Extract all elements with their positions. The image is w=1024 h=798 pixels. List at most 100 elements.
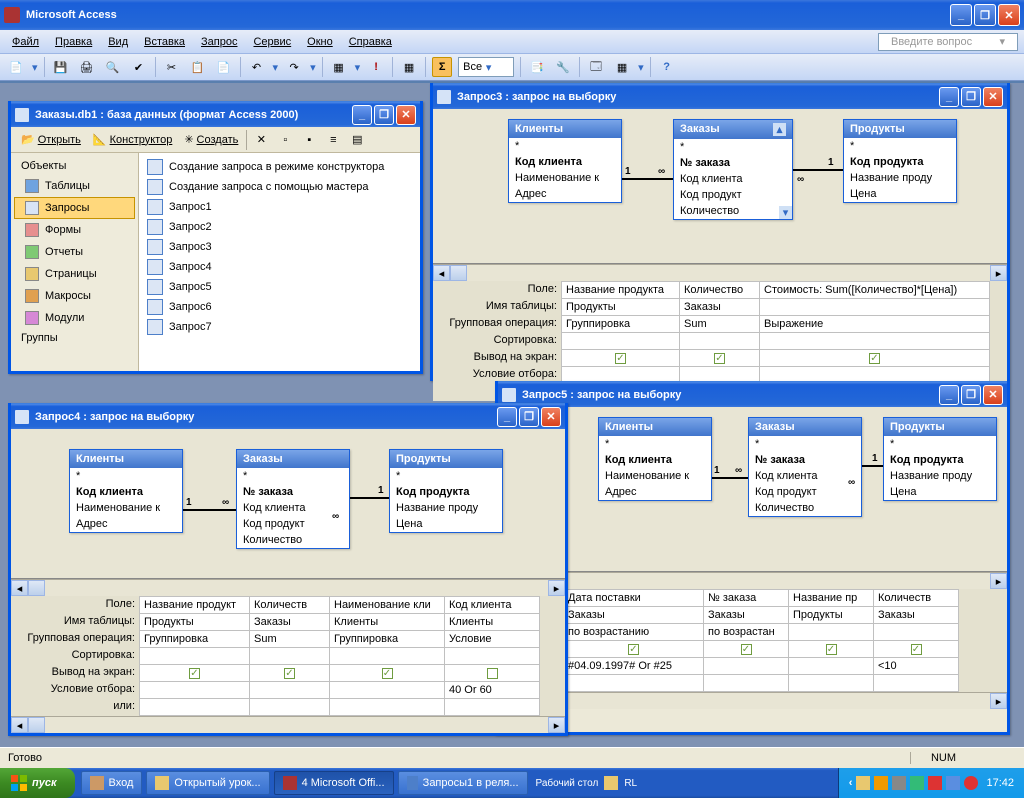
nav-tables[interactable]: Таблицы [14, 175, 135, 197]
totals-button[interactable]: Σ [432, 57, 452, 77]
paste-button[interactable]: 📄 [214, 57, 234, 77]
app-close-button[interactable]: ✕ [998, 4, 1020, 26]
q5-grid[interactable]: Поле:я таблицы:ртировка:а экран:е отбора… [498, 589, 1007, 692]
tray-icon[interactable] [892, 776, 906, 790]
menu-insert[interactable]: Вставка [136, 33, 193, 51]
spell-button[interactable]: ✔ [129, 57, 149, 77]
dbwin-min-button[interactable]: _ [352, 105, 372, 125]
open-button[interactable]: 📂Открыть [17, 131, 85, 148]
q3-close-button[interactable]: ✕ [983, 87, 1003, 107]
dbwin-titlebar[interactable]: Заказы.db1 : база данных (формат Access … [11, 101, 420, 127]
app-maximize-button[interactable]: ❐ [974, 4, 996, 26]
q5-upper-scroll[interactable]: ◂▸ [498, 572, 1007, 589]
nav-groups-header[interactable]: Группы [11, 329, 138, 347]
tray-icon[interactable] [856, 776, 870, 790]
nav-queries[interactable]: Запросы [14, 197, 135, 219]
redo-button[interactable]: ↷ [284, 57, 304, 77]
nav-forms[interactable]: Формы [14, 219, 135, 241]
q4-upper-scroll[interactable]: ◂▸ [11, 579, 565, 596]
help-button[interactable]: ? [657, 57, 677, 77]
q5-min-button[interactable]: _ [939, 385, 959, 405]
list-item[interactable]: Создание запроса в режиме конструктора [143, 157, 416, 177]
table-clients[interactable]: Клиенты *Код клиентаНаименование кАдрес [69, 449, 183, 533]
nav-reports[interactable]: Отчеты [14, 241, 135, 263]
taskbar-item[interactable]: Запросы1 в реля... [398, 771, 528, 795]
cut-button[interactable]: ✂ [162, 57, 182, 77]
q4-tables-pane[interactable]: Клиенты *Код клиентаНаименование кАдрес … [11, 429, 565, 579]
nav-objects-header[interactable]: Объекты [11, 157, 138, 175]
taskbar-item[interactable]: Открытый урок... [146, 771, 269, 795]
dbwin-close-button[interactable]: ✕ [396, 105, 416, 125]
list-item[interactable]: Запрос1 [143, 197, 416, 217]
q4-grid[interactable]: Поле:Имя таблицы:Групповая операция:Сорт… [11, 596, 565, 716]
q5-titlebar[interactable]: Запрос5 : запрос на выборку _ ❐ ✕ [498, 381, 1007, 407]
preview-button[interactable]: 🔍 [103, 57, 123, 77]
list-button[interactable]: ≡ [323, 130, 343, 150]
dbwin-max-button[interactable]: ❐ [374, 105, 394, 125]
details-button[interactable]: ▤ [347, 130, 367, 150]
q5-close-button[interactable]: ✕ [983, 385, 1003, 405]
show-desktop-icon[interactable] [604, 776, 618, 790]
tray-icon[interactable] [946, 776, 960, 790]
tray-icon[interactable] [964, 776, 978, 790]
menu-tools[interactable]: Сервис [245, 33, 299, 51]
q5-tables-pane[interactable]: Клиенты *Код клиентаНаименование кАдрес … [498, 407, 1007, 572]
top-values-combo[interactable]: Все▾ [458, 57, 514, 77]
run-button[interactable]: ! [366, 57, 386, 77]
list-item[interactable]: Запрос4 [143, 257, 416, 277]
showtable-button[interactable]: ▦ [399, 57, 419, 77]
q3-max-button[interactable]: ❐ [961, 87, 981, 107]
table-products[interactable]: Продукты *Код продуктаНазвание продуЦена [883, 417, 997, 501]
print-button[interactable]: 🖨 [77, 57, 97, 77]
q5-max-button[interactable]: ❐ [961, 385, 981, 405]
list-item[interactable]: Запрос6 [143, 297, 416, 317]
qtype-button[interactable]: ▦ [329, 57, 349, 77]
nav-modules[interactable]: Модули [14, 307, 135, 329]
taskbar-item[interactable]: 4 Microsoft Offi... [274, 771, 394, 795]
q4-titlebar[interactable]: Запрос4 : запрос на выборку _ ❐ ✕ [11, 403, 565, 429]
list-item[interactable]: Запрос5 [143, 277, 416, 297]
q4-close-button[interactable]: ✕ [541, 407, 561, 427]
table-clients[interactable]: Клиенты *Код клиентаНаименование кАдрес [598, 417, 712, 501]
menu-window[interactable]: Окно [299, 33, 341, 51]
q4-min-button[interactable]: _ [497, 407, 517, 427]
copy-button[interactable]: 📋 [188, 57, 208, 77]
tray-clock[interactable]: 17:42 [986, 777, 1014, 789]
table-orders[interactable]: Заказы▴ *№ заказаКод клиентаКод продуктК… [673, 119, 793, 220]
large-icons-button[interactable]: ▫ [275, 130, 295, 150]
list-item[interactable]: Запрос2 [143, 217, 416, 237]
props-button[interactable]: 📑 [527, 57, 547, 77]
list-item[interactable]: Запрос7 [143, 317, 416, 337]
q4-max-button[interactable]: ❐ [519, 407, 539, 427]
newobj-button[interactable]: ▦ [612, 57, 632, 77]
q3-min-button[interactable]: _ [939, 87, 959, 107]
build-button[interactable]: 🔧 [553, 57, 573, 77]
q5-grid-scroll[interactable]: ◂▸ [498, 692, 1007, 709]
tray-icon[interactable] [910, 776, 924, 790]
q3-tables-pane[interactable]: Клиенты *Код клиентаНаименование кАдрес … [433, 109, 1007, 264]
app-minimize-button[interactable]: _ [950, 4, 972, 26]
q3-titlebar[interactable]: Запрос3 : запрос на выборку _ ❐ ✕ [433, 83, 1007, 109]
undo-button[interactable]: ↶ [247, 57, 267, 77]
q3-upper-scroll[interactable]: ◂▸ [433, 264, 1007, 281]
desktop-label[interactable]: Рабочий стол [530, 778, 605, 789]
menu-help[interactable]: Справка [341, 33, 400, 51]
table-orders[interactable]: Заказы *№ заказаКод клиентаКод продуктКо… [748, 417, 862, 517]
tray-icon[interactable] [874, 776, 888, 790]
design-button[interactable]: 📐Конструктор [89, 131, 176, 148]
save-button[interactable]: 💾 [51, 57, 71, 77]
list-item[interactable]: Создание запроса с помощью мастера [143, 177, 416, 197]
table-products[interactable]: Продукты *Код продуктаНазвание продуЦена [843, 119, 957, 203]
nav-macros[interactable]: Макросы [14, 285, 135, 307]
table-orders[interactable]: Заказы *№ заказаКод клиентаКод продуктКо… [236, 449, 350, 549]
menu-view[interactable]: Вид [100, 33, 136, 51]
q4-grid-scroll[interactable]: ◂▸ [11, 716, 565, 733]
menu-edit[interactable]: Правка [47, 33, 100, 51]
small-icons-button[interactable]: ▪ [299, 130, 319, 150]
view-button[interactable]: 📄 [6, 57, 26, 77]
menu-query[interactable]: Запрос [193, 33, 245, 51]
delete-button[interactable]: ✕ [251, 130, 271, 150]
start-button[interactable]: пуск [0, 768, 75, 798]
create-button[interactable]: ✳Создать [180, 131, 242, 148]
help-search-input[interactable]: Введите вопрос▾ [878, 33, 1018, 51]
